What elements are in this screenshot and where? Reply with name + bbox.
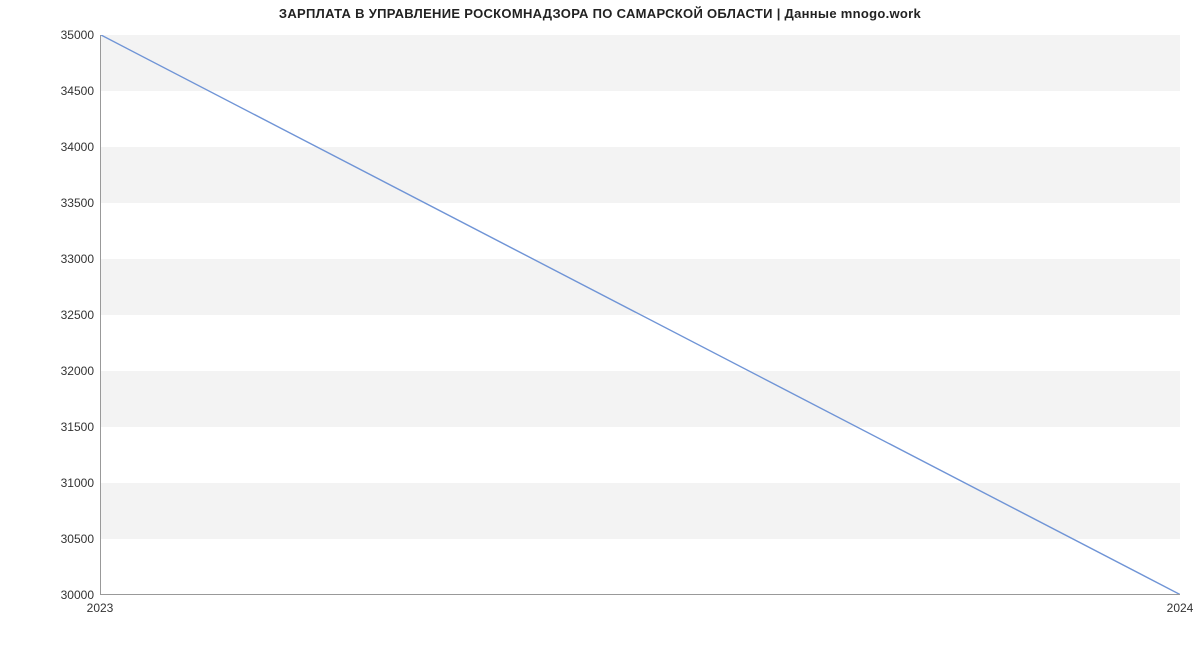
y-tick-label: 31000: [34, 476, 94, 490]
y-tick-label: 33000: [34, 252, 94, 266]
y-tick-label: 30000: [34, 588, 94, 602]
data-line: [101, 35, 1180, 595]
y-tick-label: 32500: [34, 308, 94, 322]
x-tick-label: 2024: [1167, 601, 1194, 615]
chart-title: ЗАРПЛАТА В УПРАВЛЕНИЕ РОСКОМНАДЗОРА ПО С…: [0, 0, 1200, 21]
x-tick-label: 2023: [87, 601, 114, 615]
y-tick-label: 34000: [34, 140, 94, 154]
y-tick-label: 34500: [34, 84, 94, 98]
plot-wrap: 30000 30500 31000 31500 32000 32500 3300…: [100, 35, 1180, 595]
y-tick-label: 35000: [34, 28, 94, 42]
y-tick-label: 31500: [34, 420, 94, 434]
y-tick-label: 33500: [34, 196, 94, 210]
y-tick-label: 32000: [34, 364, 94, 378]
y-tick-label: 30500: [34, 532, 94, 546]
plot-area: [100, 35, 1180, 595]
